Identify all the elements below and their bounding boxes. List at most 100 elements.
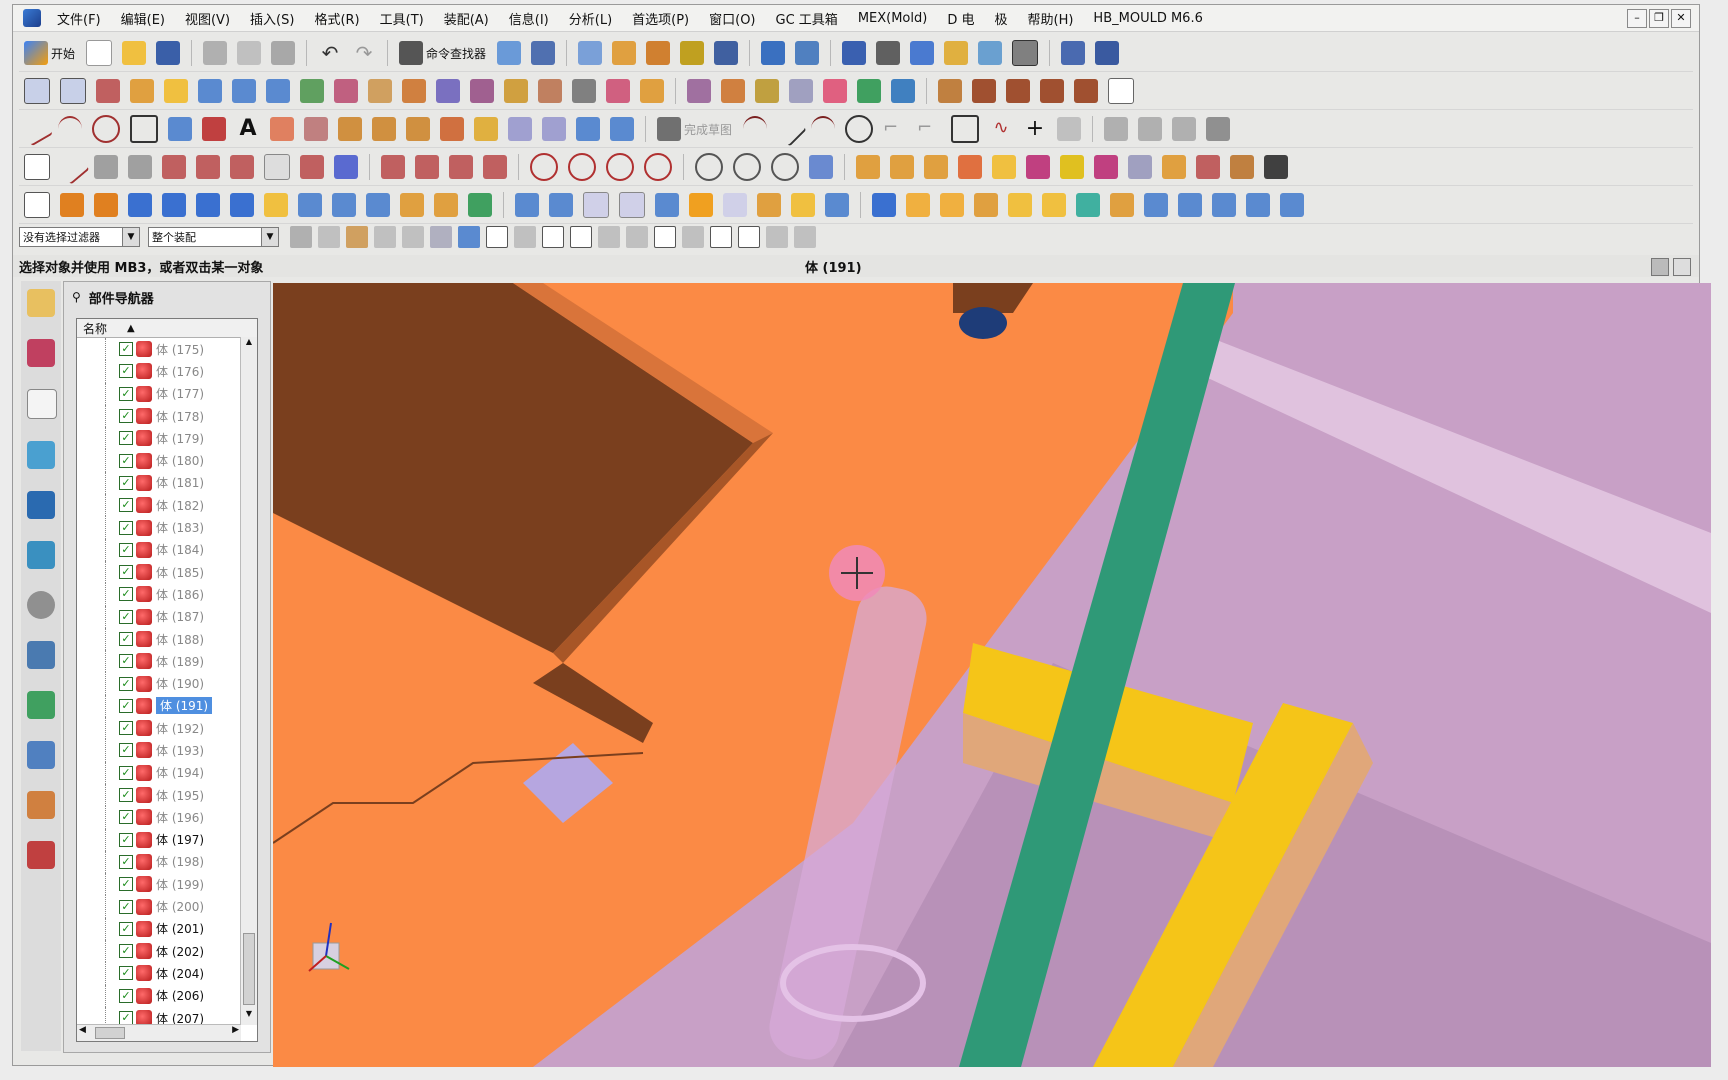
extract-icon[interactable] xyxy=(470,79,494,103)
mesh-surface-icon[interactable] xyxy=(232,79,256,103)
parallel-line-icon[interactable] xyxy=(128,155,152,179)
visibility-checkbox[interactable]: ✓ xyxy=(119,966,133,981)
snap-point-on-face-icon[interactable] xyxy=(738,226,760,248)
offset-region-icon[interactable] xyxy=(689,193,713,217)
section-icon[interactable] xyxy=(944,41,969,65)
nx-app-icon[interactable] xyxy=(23,9,41,27)
sketch-dimension-icon[interactable] xyxy=(1206,117,1231,141)
boolean-unite-icon[interactable] xyxy=(856,155,880,179)
through-curves-icon[interactable] xyxy=(266,79,290,103)
part-navigator-icon[interactable] xyxy=(27,389,57,419)
visibility-checkbox[interactable]: ✓ xyxy=(119,386,133,401)
fillet-curve-icon[interactable] xyxy=(264,154,290,180)
chamfer-edge-icon[interactable] xyxy=(549,193,573,217)
visibility-checkbox[interactable]: ✓ xyxy=(119,498,133,513)
project-curve-icon[interactable] xyxy=(406,117,430,141)
navigator-row[interactable]: ✓ 体 (180) xyxy=(77,449,257,472)
resize-blend-icon[interactable] xyxy=(823,79,847,103)
chevron-down-icon[interactable]: ▼ xyxy=(261,228,278,246)
body-select-icon[interactable] xyxy=(458,226,480,248)
measure-distance-icon[interactable] xyxy=(1264,155,1288,179)
navigator-row[interactable]: ✓ 体 (176) xyxy=(77,360,257,383)
sketch-line-icon[interactable] xyxy=(771,111,807,147)
line-at-point-icon[interactable] xyxy=(94,155,118,179)
layer-icon[interactable] xyxy=(578,41,603,65)
visibility-checkbox[interactable]: ✓ xyxy=(119,453,133,468)
menu-tools[interactable]: 工具(T) xyxy=(370,9,434,28)
measure-icon[interactable] xyxy=(646,41,671,65)
restore-icon[interactable]: ❐ xyxy=(1649,9,1669,28)
menu-help[interactable]: 帮助(H) xyxy=(1018,9,1084,28)
cone-part-icon[interactable] xyxy=(1246,193,1270,217)
sketch-arc-icon[interactable] xyxy=(811,116,836,142)
visibility-checkbox[interactable]: ✓ xyxy=(119,587,133,602)
start-icon[interactable] xyxy=(24,41,48,65)
roles-icon[interactable] xyxy=(27,791,55,819)
blend-icon[interactable] xyxy=(789,79,813,103)
cylinder-icon[interactable] xyxy=(162,193,186,217)
profile-icon[interactable] xyxy=(743,116,768,142)
visibility-checkbox[interactable]: ✓ xyxy=(119,565,133,580)
graphics-window[interactable] xyxy=(273,283,1711,1067)
pocket-icon[interactable] xyxy=(332,193,356,217)
arc-icon[interactable] xyxy=(58,116,82,142)
move-face-icon[interactable] xyxy=(687,79,711,103)
derived-line-icon[interactable] xyxy=(440,117,464,141)
navigator-row[interactable]: ✓ 体 (196) xyxy=(77,806,257,829)
groove-icon[interactable] xyxy=(434,193,458,217)
reuse-library-icon[interactable] xyxy=(27,441,55,469)
solid-block-icon[interactable] xyxy=(1162,155,1186,179)
process-studio-icon[interactable] xyxy=(27,691,55,719)
helix-icon[interactable] xyxy=(300,155,324,179)
ruler-icon[interactable] xyxy=(795,41,820,65)
draft-body-icon[interactable] xyxy=(655,193,679,217)
split-face-icon[interactable] xyxy=(1026,155,1050,179)
menu-edit[interactable]: 编辑(E) xyxy=(111,9,175,28)
quick-extend-icon[interactable] xyxy=(1138,117,1163,141)
navigator-row[interactable]: ✓ 体 (190) xyxy=(77,672,257,695)
visibility-checkbox[interactable]: ✓ xyxy=(119,988,133,1003)
navigator-row[interactable]: ✓ 体 (187) xyxy=(77,605,257,628)
mold-block-icon[interactable] xyxy=(872,193,896,217)
orient-icon[interactable] xyxy=(612,41,637,65)
sketch-point-icon[interactable]: + xyxy=(1023,117,1047,141)
circle-radius-icon[interactable] xyxy=(644,153,672,181)
menu-analysis[interactable]: 分析(L) xyxy=(559,9,622,28)
assembly-constraint-icon[interactable] xyxy=(1095,41,1120,65)
fit-view-icon[interactable] xyxy=(842,41,867,65)
snap-point-on-curve-icon[interactable] xyxy=(710,226,732,248)
line-icon[interactable] xyxy=(19,111,53,147)
replace-face-icon[interactable] xyxy=(640,79,664,103)
system-materials-icon[interactable] xyxy=(27,641,55,669)
menu-mex-mold[interactable]: MEX(Mold) xyxy=(848,11,938,26)
circle-tangent-icon[interactable] xyxy=(606,153,634,181)
start-button-label[interactable]: 开始 xyxy=(51,45,75,62)
navigator-row[interactable]: ✓ 体 (181) xyxy=(77,471,257,495)
lifter-icon[interactable] xyxy=(1042,193,1066,217)
grid-snap-icon[interactable] xyxy=(794,226,816,248)
snap-bounded-icon[interactable] xyxy=(766,226,788,248)
navigator-row[interactable]: ✓ 体 (184) xyxy=(77,538,257,561)
wrap-geometry-icon[interactable] xyxy=(1094,155,1118,179)
visibility-checkbox[interactable]: ✓ xyxy=(119,921,133,936)
paste-icon[interactable] xyxy=(271,41,296,65)
break-curve-icon[interactable] xyxy=(483,155,507,179)
navigator-row[interactable]: ✓ 体 (179) xyxy=(77,427,257,450)
play-icon[interactable] xyxy=(714,41,739,65)
visibility-checkbox[interactable]: ✓ xyxy=(119,409,133,424)
redo-icon[interactable]: ↷ xyxy=(352,41,376,65)
edge-blend-icon[interactable] xyxy=(515,193,539,217)
menu-info[interactable]: 信息(I) xyxy=(499,9,559,28)
reset-filter-icon[interactable] xyxy=(318,226,340,248)
trim-body-icon[interactable] xyxy=(1128,155,1152,179)
hscroll-thumb[interactable] xyxy=(95,1027,125,1039)
navigator-row[interactable]: ✓ 体 (185) xyxy=(77,560,257,584)
visibility-checkbox[interactable]: ✓ xyxy=(119,810,133,825)
pattern-icon[interactable] xyxy=(891,79,915,103)
menu-preferences[interactable]: 首选项(P) xyxy=(622,9,699,28)
delete-face-icon[interactable] xyxy=(606,79,630,103)
visibility-checkbox[interactable]: ✓ xyxy=(119,609,133,624)
analysis-icon[interactable] xyxy=(680,41,705,65)
pull-face-icon[interactable] xyxy=(721,79,745,103)
extrude-icon[interactable] xyxy=(60,193,84,217)
